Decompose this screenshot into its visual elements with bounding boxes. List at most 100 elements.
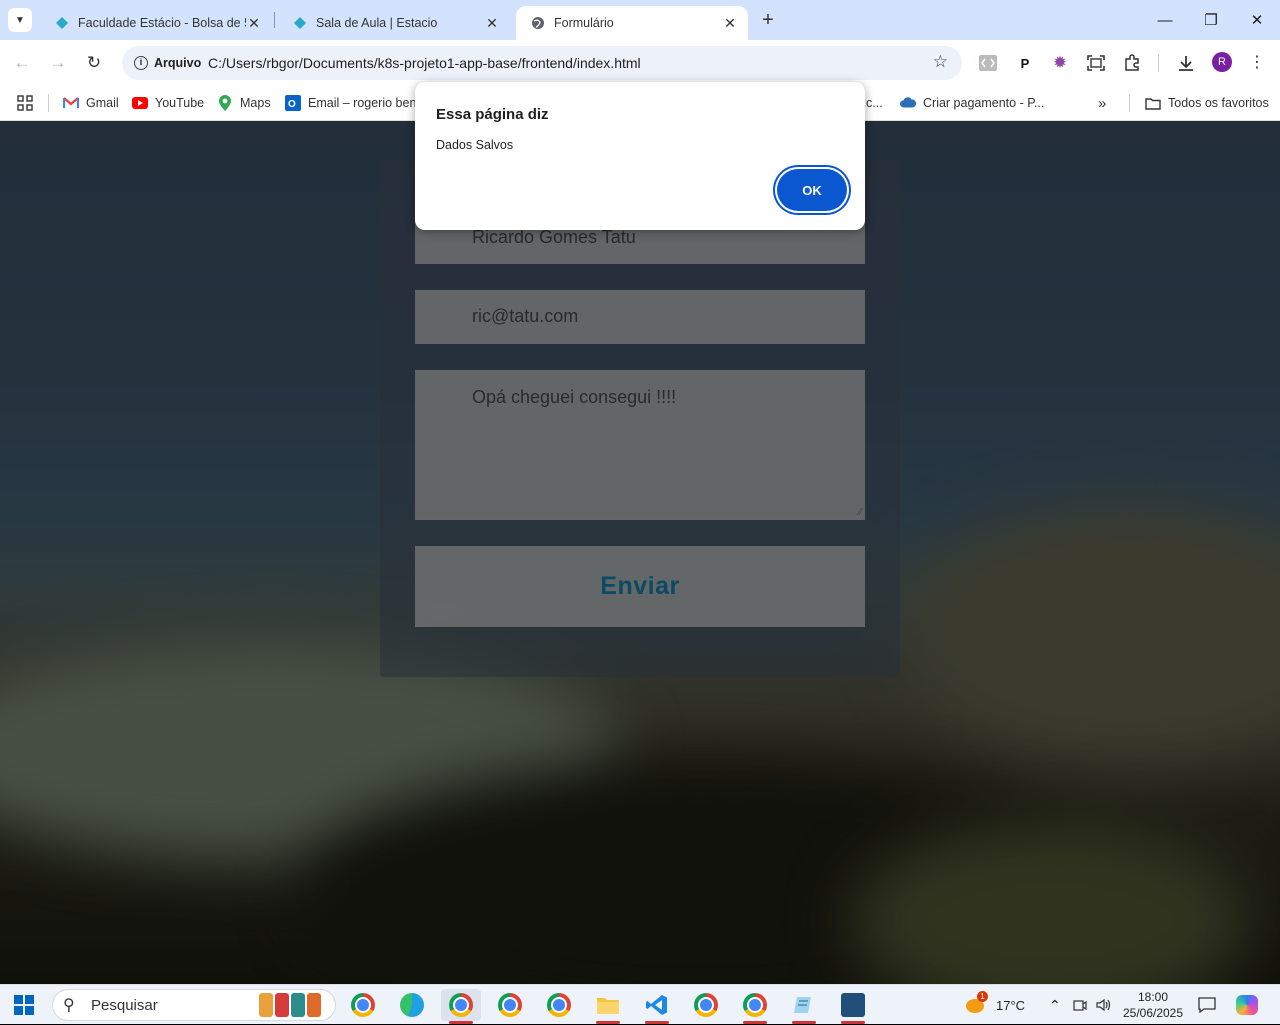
reload-icon: ↻: [86, 53, 102, 72]
submit-button[interactable]: Enviar: [415, 546, 865, 627]
close-icon[interactable]: ✕: [722, 15, 738, 32]
reload-button[interactable]: ↻: [82, 51, 106, 75]
alert-dialog: Essa página diz Dados Salvos OK: [415, 82, 865, 230]
bookmark-maps[interactable]: Maps: [217, 92, 271, 114]
cloud-icon: [900, 95, 916, 111]
new-tab-button[interactable]: +: [756, 8, 780, 32]
chevron-up-icon[interactable]: ⌃: [1049, 985, 1061, 1025]
bookmark-label: Email – rogerio ben...: [308, 96, 427, 110]
site-info-label: Arquivo: [154, 56, 202, 70]
message-text: Opá cheguei consegui !!!!: [472, 387, 677, 407]
bookmark-gmail[interactable]: Gmail: [63, 92, 119, 114]
taskbar-search-box[interactable]: ⚲ Pesquisar: [52, 989, 336, 1021]
bookmark-criar-pagamento[interactable]: Criar pagamento - P...: [900, 92, 1044, 114]
forward-button[interactable]: →: [46, 51, 70, 75]
apps-grid-icon[interactable]: [17, 92, 33, 114]
clock-time: 18:00: [1137, 990, 1169, 1004]
minimize-button[interactable]: —: [1142, 0, 1188, 40]
search-icon: ⚲: [63, 997, 75, 1014]
bookmark-label: c...: [866, 96, 883, 110]
clock[interactable]: 18:00 25/06/2025: [1118, 989, 1188, 1021]
close-icon: ✕: [1250, 12, 1264, 29]
more-bookmarks-icon[interactable]: »: [1098, 92, 1106, 114]
restore-button[interactable]: ❐: [1188, 0, 1234, 40]
bookmark-email[interactable]: O Email – rogerio ben...: [285, 92, 427, 114]
weather-widget[interactable]: 1 17°C: [964, 985, 1025, 1025]
tab-title: Sala de Aula | Estacio: [316, 16, 438, 30]
notification-icon[interactable]: [1198, 985, 1216, 1025]
taskbar-edge-icon[interactable]: [392, 989, 432, 1021]
screenshot-icon[interactable]: [1085, 52, 1107, 74]
code-extension-icon[interactable]: [977, 52, 999, 74]
windows-taskbar: ⚲ Pesquisar 1 17°C ⌃ 18:00 25/06/2025: [0, 984, 1280, 1024]
email-field[interactable]: ric@tatu.com: [415, 290, 865, 344]
tab-divider: [274, 12, 275, 28]
ok-button[interactable]: OK: [777, 169, 847, 211]
url-text[interactable]: C:/Users/rbgor/Documents/k8s-projeto1-ap…: [208, 55, 641, 71]
youtube-icon: [132, 95, 148, 111]
extensions-puzzle-icon[interactable]: [1121, 52, 1143, 74]
taskbar-chrome-profile-4-icon[interactable]: [686, 989, 726, 1021]
message-textarea[interactable]: Opá cheguei consegui !!!! ∕∕: [415, 370, 865, 520]
taskbar-chrome-profile-2-icon[interactable]: [490, 989, 530, 1021]
bookmark-label: Todos os favoritos: [1168, 96, 1269, 110]
taskbar-chrome-icon[interactable]: [343, 989, 383, 1021]
all-bookmarks-folder[interactable]: Todos os favoritos: [1145, 92, 1269, 114]
clock-date: 25/06/2025: [1122, 1006, 1184, 1020]
bookmark-label: Maps: [240, 96, 271, 110]
copilot-icon[interactable]: [1236, 985, 1258, 1025]
gear-extension-icon[interactable]: ✹: [1049, 52, 1071, 74]
toolbar-divider: [1158, 54, 1159, 72]
tab-search-button[interactable]: ▼: [8, 8, 32, 32]
close-window-button[interactable]: ✕: [1234, 0, 1280, 40]
close-icon[interactable]: ✕: [246, 15, 262, 32]
weather-icon: 1: [964, 991, 988, 1015]
gmail-icon: [63, 95, 79, 111]
bookmark-partial[interactable]: c...: [866, 92, 883, 114]
minimize-icon: —: [1157, 11, 1173, 29]
weather-badge: 1: [977, 991, 988, 1002]
taskbar-chrome-profile-3-icon[interactable]: [539, 989, 579, 1021]
tab-faculdade-estacio[interactable]: Faculdade Estácio - Bolsa de 55 ✕: [40, 6, 272, 40]
search-highlight-icon: [259, 993, 321, 1017]
bookmark-youtube[interactable]: YouTube: [132, 92, 204, 114]
profile-avatar[interactable]: R: [1212, 52, 1232, 72]
windows-start-icon[interactable]: [14, 995, 34, 1015]
taskbar-notepad-icon[interactable]: [784, 989, 824, 1024]
speaker-icon[interactable]: [1096, 985, 1112, 1025]
globe-icon: [530, 15, 546, 31]
arrow-left-icon: ←: [13, 53, 31, 72]
download-icon[interactable]: [1175, 52, 1197, 74]
address-bar[interactable]: i Arquivo C:/Users/rbgor/Documents/k8s-p…: [122, 46, 962, 80]
taskbar-chrome-profile-r-icon[interactable]: [441, 989, 481, 1024]
taskbar-mysql-workbench-icon[interactable]: [833, 989, 873, 1024]
resize-handle-icon[interactable]: ∕∕: [859, 507, 862, 518]
estacio-diamond-icon: [292, 15, 308, 31]
close-icon[interactable]: ✕: [484, 15, 500, 32]
tab-title: Formulário: [554, 16, 614, 30]
camera-icon[interactable]: [1073, 985, 1087, 1025]
tab-sala-de-aula[interactable]: Sala de Aula | Estacio ✕: [278, 6, 510, 40]
taskbar-vscode-icon[interactable]: [637, 989, 677, 1024]
folder-icon: [1145, 95, 1161, 111]
search-placeholder: Pesquisar: [91, 996, 158, 1014]
tab-formulario[interactable]: Formulário ✕: [516, 6, 748, 40]
tab-title: Faculdade Estácio - Bolsa de 55: [78, 16, 246, 30]
p-extension-icon[interactable]: P: [1014, 52, 1036, 74]
bookmark-star-icon[interactable]: ☆: [933, 52, 948, 72]
maps-icon: [217, 95, 233, 111]
site-info-chip[interactable]: i Arquivo: [128, 51, 207, 75]
arrow-right-icon: →: [49, 53, 67, 72]
browser-toolbar: ← → ↻ i Arquivo C:/Users/rbgor/Documents…: [0, 40, 1280, 86]
estacio-diamond-icon: [54, 15, 70, 31]
svg-text:O: O: [288, 99, 296, 110]
kebab-menu-icon[interactable]: ⋮: [1246, 52, 1268, 74]
bookmark-label: YouTube: [155, 96, 205, 110]
back-button[interactable]: ←: [10, 51, 34, 75]
dialog-message: Dados Salvos: [436, 138, 514, 152]
taskbar-chrome-profile-5-icon[interactable]: [735, 989, 775, 1024]
bookmark-divider: [1129, 94, 1130, 112]
bookmark-label: Criar pagamento - P...: [923, 96, 1045, 110]
bookmark-label: Gmail: [86, 96, 119, 110]
taskbar-file-explorer-icon[interactable]: [588, 989, 628, 1024]
